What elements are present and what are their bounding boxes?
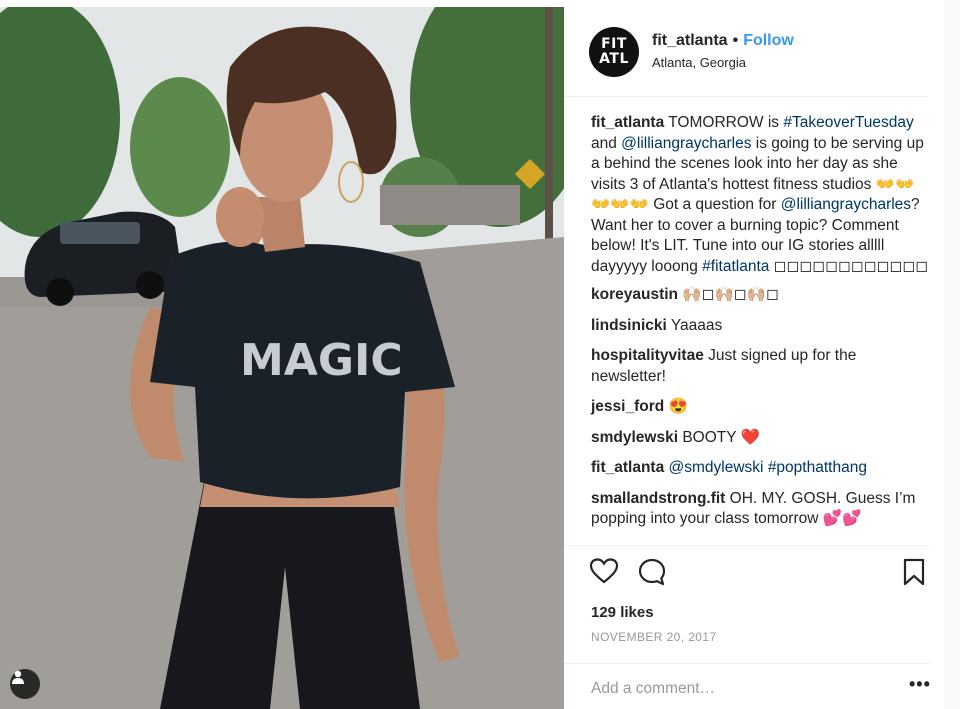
comments-list: fit_atlanta TOMORROW is #TakeoverTuesday…: [591, 113, 931, 540]
comment-text: BOOTY ❤️: [678, 428, 760, 446]
location-link[interactable]: Atlanta, Georgia: [652, 54, 794, 72]
post-date: NOVEMBER 20, 2017: [591, 630, 717, 644]
comment-username[interactable]: jessi_ford: [591, 398, 664, 415]
avatar-text-line2: ATL: [599, 50, 629, 67]
more-options-button[interactable]: •••: [909, 674, 931, 695]
comment-text: Yaaaas: [666, 316, 723, 334]
heart-icon[interactable]: [589, 558, 619, 589]
photo-illustration: MAGIC: [0, 7, 564, 709]
user-tag-icon[interactable]: [10, 669, 40, 699]
window-edge: [944, 0, 960, 709]
avatar[interactable]: FIT ATL: [589, 27, 639, 77]
comment-username[interactable]: hospitalityvitae: [591, 347, 704, 364]
post-actions: 129 likes NOVEMBER 20, 2017 Add a commen…: [564, 545, 930, 697]
comment-link[interactable]: #fitatlanta: [702, 258, 769, 275]
header-username[interactable]: fit_atlanta: [652, 32, 728, 49]
comment-text: 😍: [664, 398, 688, 415]
comment-item: smallandstrong.fit OH. MY. GOSH. Guess I…: [591, 489, 931, 530]
comment-text: and: [591, 134, 622, 152]
comment-item: lindsinicki Yaaaas: [591, 316, 931, 337]
comment-username[interactable]: lindsinicki: [591, 317, 667, 334]
post-side-panel: FIT ATL fit_atlanta • Follow Atlanta, Geor…: [564, 7, 944, 709]
avatar-text-line1: FIT: [601, 35, 627, 52]
comment-link[interactable]: @smdylewski: [669, 459, 764, 476]
comment-link[interactable]: @lilliangraycharles: [621, 135, 751, 152]
follow-button[interactable]: Follow: [743, 32, 794, 49]
header-separator: •: [732, 32, 739, 49]
comment-link[interactable]: #popthatthang: [768, 459, 867, 476]
comment-item: fit_atlanta @smdylewski #popthatthang: [591, 458, 931, 479]
post-header: FIT ATL fit_atlanta • Follow Atlanta, Geor…: [564, 7, 928, 97]
header-text: fit_atlanta • Follow Atlanta, Georgia: [652, 31, 794, 72]
shirt-print: MAGIC: [240, 335, 403, 386]
comment-link[interactable]: @lilliangraycharles: [781, 196, 911, 213]
post-photo[interactable]: MAGIC: [0, 7, 564, 709]
comment-item: smdylewski BOOTY ❤️: [591, 428, 931, 449]
bookmark-icon[interactable]: [903, 558, 925, 591]
comment-text: 🙌🏼◻🙌🏼◻🙌🏼◻: [678, 286, 779, 303]
comment-username[interactable]: koreyaustin: [591, 286, 678, 303]
add-comment-bar: Add a comment… •••: [564, 663, 930, 709]
likes-count[interactable]: 129 likes: [591, 604, 654, 621]
comment-text: ◻◻◻◻◻◻◻◻◻◻◻◻: [769, 257, 929, 275]
comment-item: jessi_ford 😍: [591, 397, 931, 418]
comment-link[interactable]: #TakeoverTuesday: [783, 114, 913, 131]
comment-item: hospitalityvitae Just signed up for the …: [591, 346, 931, 387]
comment-username[interactable]: fit_atlanta: [591, 459, 664, 476]
comment-bubble-icon[interactable]: [638, 558, 666, 591]
comment-text: TOMORROW is: [664, 114, 784, 131]
comment-username[interactable]: smdylewski: [591, 429, 678, 446]
comment-username[interactable]: fit_atlanta: [591, 114, 664, 131]
comment-username[interactable]: smallandstrong.fit: [591, 490, 725, 507]
comment-item: koreyaustin 🙌🏼◻🙌🏼◻🙌🏼◻: [591, 285, 931, 306]
add-comment-input[interactable]: Add a comment…: [591, 680, 715, 698]
comment-item: fit_atlanta TOMORROW is #TakeoverTuesday…: [591, 113, 931, 277]
